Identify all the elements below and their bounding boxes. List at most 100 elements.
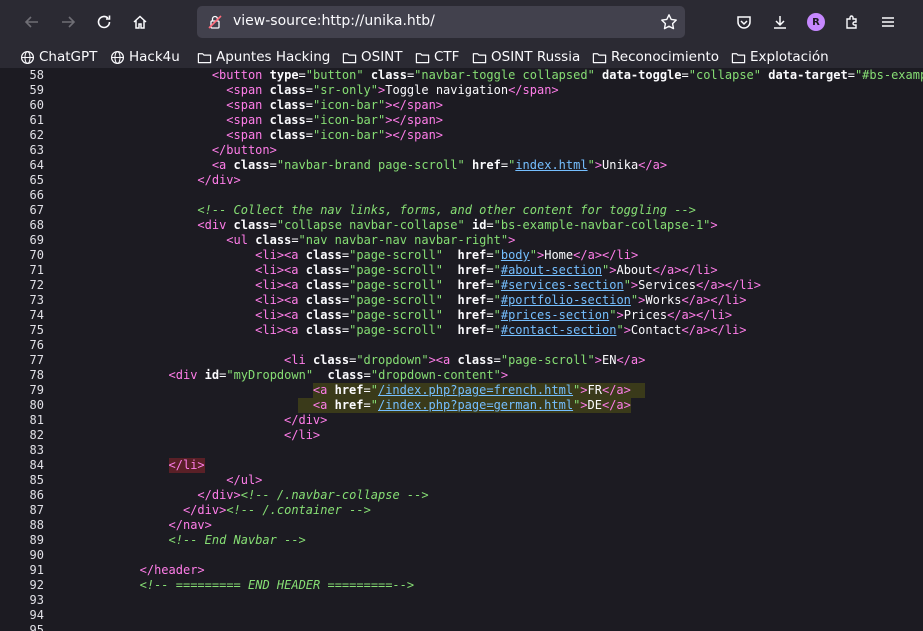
line-code: </div><!-- /.navbar-collapse --> [197,488,428,503]
code-token: " [493,323,501,337]
line-number: 78 [29,368,44,382]
code-token: </li> [284,428,321,442]
code-token: <!-- Collect the nav links, forms, and o… [197,203,696,217]
bookmark-label: Reconocimiento [611,49,720,65]
code-token: Prices [623,308,668,322]
source-link[interactable]: /index.php?page=french.html [378,383,573,397]
account-button[interactable]: R [802,8,830,36]
folder-icon [197,50,216,65]
forward-button[interactable] [54,8,82,36]
source-link[interactable]: /index.php?page=german.html [378,398,573,412]
extensions-button[interactable] [838,8,866,36]
source-line: 74 <li><a class="page-scroll" href="#pric… [8,308,923,323]
code-token: href [334,383,364,397]
code-token: class [269,83,306,97]
source-line: 65 </div> [8,173,923,188]
folder-icon [342,50,361,65]
line-code: </div> [284,413,327,428]
code-token: Toggle navigation [385,83,509,97]
home-button[interactable] [126,8,154,36]
code-token: class [457,353,494,367]
source-line: 87 </div><!-- /.container --> [8,503,923,518]
code-token: "page-scroll" [349,323,444,337]
hamburger-icon [882,17,894,27]
code-token: = [363,398,371,412]
source-line: 77 <li class="dropdown"><a class="page-sc… [8,353,923,368]
code-token: " [529,248,537,262]
download-icon [774,16,786,29]
bookmark-item[interactable]: Apuntes Hacking [197,48,330,66]
bookmark-item[interactable]: Explotación [731,48,829,66]
code-token: "icon-bar" [312,128,386,142]
reload-button[interactable] [90,8,118,36]
line-code: <ul class="nav navbar-nav navbar-right"> [226,233,515,248]
folder-icon [731,50,750,65]
code-token: "dropdown" [356,353,429,367]
code-token: "bs-example-navbar-collapse-1" [493,218,711,232]
url-text[interactable]: view-source:http://unika.htb/ [233,13,435,29]
source-line: 76 [8,338,923,353]
source-link[interactable]: #portfolio-section [501,293,631,307]
code-token: <a [312,383,328,397]
insecure-page-icon[interactable] [207,14,223,34]
bookmark-label: Hack4u [129,49,180,65]
source-link[interactable]: body [501,248,530,262]
line-number: 80 [29,398,44,412]
code-token: " [623,278,631,292]
bookmark-star-icon[interactable] [660,13,678,35]
source-view[interactable]: 58 <button type="button" class="navbar-to… [8,68,923,631]
bookmark-label: OSINT [361,49,403,65]
source-line: 67 <!-- Collect the nav links, forms, and… [8,203,923,218]
code-token: DE [587,398,602,412]
line-number: 85 [29,473,44,487]
line-code: <li><a class="page-scroll" href="#portfo… [255,293,746,308]
code-token: <li><a [255,308,299,322]
code-token: <button [211,68,263,82]
downloads-button[interactable] [766,8,794,36]
code-token: " [616,323,624,337]
code-token: "sr-only" [312,83,379,97]
bookmark-item[interactable]: Reconocimiento [592,48,719,66]
bookmark-item[interactable]: Hack4u [110,48,180,66]
code-token: </div> [284,413,328,427]
code-token: > [580,398,588,412]
source-link[interactable]: #contact-section [501,323,617,337]
code-token: About [616,263,653,277]
bookmark-item[interactable]: OSINT Russia [472,48,580,66]
source-link[interactable]: #prices-section [501,308,609,322]
code-token: > [710,218,718,232]
code-token: Unika [602,158,639,172]
line-code: <span class="icon-bar"></span> [226,113,443,128]
pocket-button[interactable] [730,8,758,36]
source-line: 91 </header> [8,563,923,578]
code-token: </div> [197,173,241,187]
code-token: </li> [168,458,205,472]
address-bar[interactable]: view-source:http://unika.htb/ [197,6,685,38]
line-number: 92 [29,578,44,592]
source-link[interactable]: index.html [515,158,587,172]
code-token: <span [226,128,263,142]
menu-button[interactable] [874,8,902,36]
code-token: "icon-bar" [312,113,386,127]
bookmark-item[interactable]: OSINT [342,48,403,66]
bookmark-item[interactable]: CTF [415,48,459,66]
line-code: <!-- End Navbar --> [169,533,306,548]
bookmark-item[interactable]: ChatGPT [20,48,97,66]
back-button[interactable] [18,8,46,36]
line-code: </li> [284,428,320,443]
source-link[interactable]: #about-section [501,263,602,277]
source-link[interactable]: #services-section [501,278,624,292]
globe-icon [20,50,39,65]
code-token: </nav> [168,518,212,532]
pocket-icon [737,16,751,29]
